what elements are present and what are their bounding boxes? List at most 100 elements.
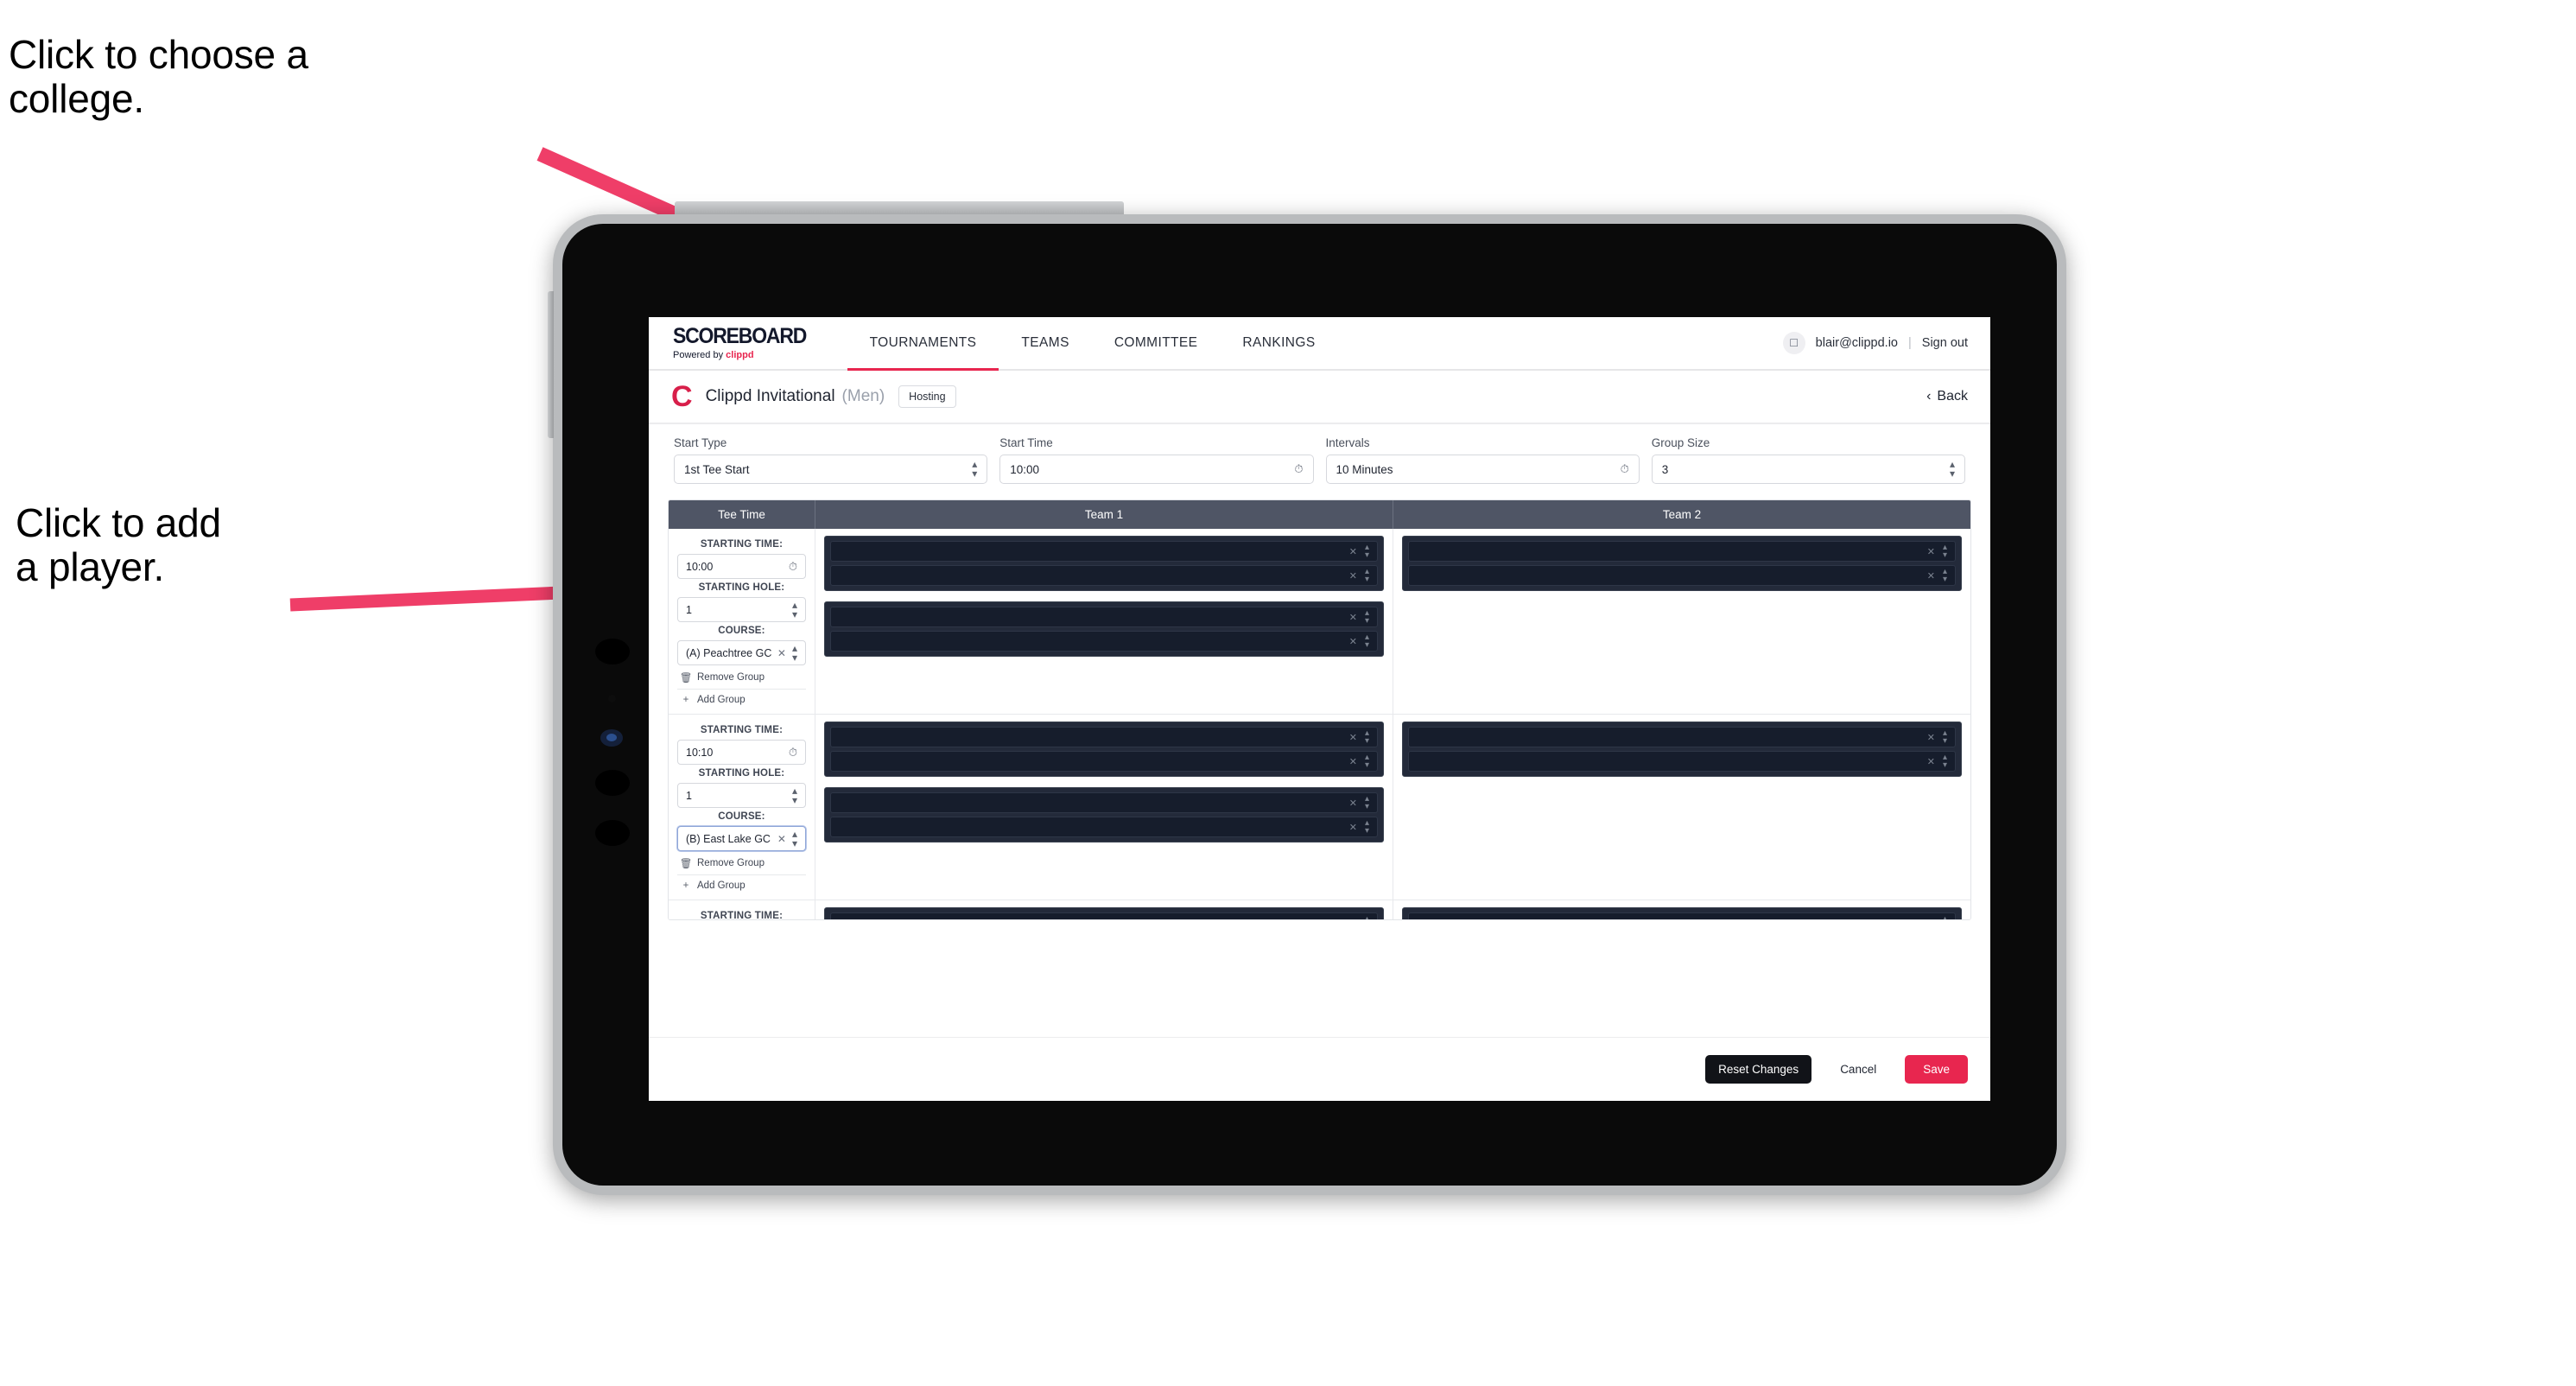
chevron-updown-icon: ▴ ▾ — [1949, 458, 1955, 480]
settings-filter-bar: Start Type 1st Tee Start ▴ ▾ Start Time 1… — [649, 424, 1990, 493]
sign-out-link[interactable]: Sign out — [1922, 336, 1968, 350]
device-side-button[interactable] — [548, 291, 554, 438]
clear-icon[interactable]: ✕ — [1349, 612, 1357, 623]
player-group-card[interactable]: ✕ ▴▾ ✕ ▴▾ — [1402, 536, 1962, 591]
chevron-updown-icon[interactable]: ▴▾ — [1365, 729, 1369, 746]
chevron-updown-icon[interactable]: ▴▾ — [792, 785, 797, 805]
select-start-type[interactable]: 1st Tee Start ▴ ▾ — [674, 455, 988, 484]
player-slot[interactable]: ✕ ▴▾ — [830, 751, 1378, 772]
field-start-time: Start Time 10:00 ⏱ — [993, 436, 1319, 484]
player-slot[interactable]: ✕ ▴▾ — [1408, 565, 1956, 586]
brand-logo[interactable]: SCOREBOARD Powered by clippd — [649, 324, 847, 361]
chevron-updown-icon[interactable]: ▴▾ — [1943, 753, 1947, 770]
tab-teams[interactable]: TEAMS — [999, 317, 1091, 369]
input-starting-hole[interactable]: 1 ▴ ▾ — [677, 783, 806, 808]
player-slot[interactable]: ✕ ▴▾ — [1408, 727, 1956, 747]
add-group-button[interactable]: + Add Group — [677, 874, 806, 891]
player-slot[interactable]: ✕ ▴▾ — [830, 817, 1378, 837]
chevron-updown-icon[interactable]: ▴▾ — [1365, 633, 1369, 650]
clear-icon[interactable]: ✕ — [1927, 918, 1935, 920]
clear-icon[interactable]: ✕ — [1349, 570, 1357, 582]
input-course[interactable]: (A) Peachtree GC ✕ ▴ ▾ — [677, 640, 806, 665]
input-starting-hole[interactable]: 1 ▴ ▾ — [677, 597, 806, 622]
player-group-card[interactable]: ✕ ▴▾ ✕ ▴▾ — [1402, 722, 1962, 777]
clear-icon[interactable]: ✕ — [777, 833, 786, 845]
column-header-team-2: Team 2 — [1662, 508, 1702, 521]
back-button[interactable]: ‹ Back — [1926, 389, 1968, 404]
plus-icon: + — [682, 881, 689, 891]
brand-name: SCOREBOARD — [673, 324, 807, 348]
chevron-updown-icon[interactable]: ▴▾ — [1943, 544, 1947, 560]
add-group-button[interactable]: + Add Group — [677, 689, 806, 705]
player-slot[interactable]: ✕ ▴▾ — [1408, 751, 1956, 772]
player-group-card[interactable]: ✕ ▴▾ ✕ ▴▾ — [824, 601, 1384, 657]
player-slot[interactable]: ✕ ▴▾ — [830, 541, 1378, 562]
remove-group-button[interactable]: 🗑 Remove Group — [677, 665, 806, 683]
clear-icon[interactable]: ✕ — [1349, 756, 1357, 767]
input-intervals[interactable]: 10 Minutes ⏱ — [1325, 455, 1640, 484]
chevron-updown-icon[interactable]: ▴▾ — [1365, 795, 1369, 811]
table-body[interactable]: STARTING TIME: 10:00 ⏱ STARTING HOLE: 1 ▴ ▾ COU… — [669, 529, 1970, 919]
clear-icon[interactable]: ✕ — [1927, 756, 1935, 767]
value-course: (A) Peachtree GC — [686, 646, 772, 659]
player-slot[interactable]: ✕ ▴▾ — [830, 792, 1378, 813]
clear-icon[interactable]: ✕ — [1927, 546, 1935, 557]
player-slot[interactable]: ✕ ▴▾ — [830, 912, 1378, 919]
chevron-updown-icon[interactable]: ▴▾ — [1943, 729, 1947, 746]
chevron-updown-icon[interactable]: ▴▾ — [1365, 819, 1369, 836]
chevron-updown-icon[interactable]: ▴▾ — [792, 643, 797, 663]
clear-icon[interactable]: ✕ — [1349, 636, 1357, 647]
player-group-card[interactable]: ✕ ▴▾ ✕ ▴▾ — [824, 722, 1384, 777]
input-starting-time[interactable]: 10:00 ⏱ — [677, 554, 806, 579]
add-group-label: Add Group — [697, 695, 746, 705]
clear-icon[interactable]: ✕ — [1349, 918, 1357, 920]
clear-icon[interactable]: ✕ — [1927, 570, 1935, 582]
player-group-card[interactable]: ✕ ▴▾✕ ▴▾ — [1402, 907, 1962, 919]
player-slot[interactable]: ✕ ▴▾ — [830, 607, 1378, 627]
clear-icon[interactable]: ✕ — [1927, 732, 1935, 743]
stepper-group-size[interactable]: 3 ▴ ▾ — [1651, 455, 1965, 484]
chevron-updown-icon[interactable]: ▴▾ — [1365, 568, 1369, 584]
player-group-card[interactable]: ✕ ▴▾ ✕ ▴▾ — [824, 787, 1384, 842]
clear-icon[interactable]: ✕ — [1349, 798, 1357, 809]
tab-committee[interactable]: COMMITTEE — [1092, 317, 1221, 369]
chevron-updown-icon[interactable]: ▴▾ — [792, 829, 797, 849]
user-icon[interactable]: ☐ — [1782, 332, 1805, 354]
device-camera-icon — [595, 639, 630, 664]
chevron-updown-icon[interactable]: ▴▾ — [1943, 568, 1947, 584]
input-starting-time[interactable]: 10:10 ⏱ — [677, 740, 806, 765]
device-speaker-icon — [595, 820, 630, 846]
chevron-updown-icon[interactable]: ▴▾ — [1365, 915, 1369, 920]
chevron-updown-icon[interactable]: ▴▾ — [1365, 544, 1369, 560]
back-label: Back — [1937, 389, 1968, 404]
chevron-updown-icon[interactable]: ▴▾ — [792, 600, 797, 620]
clear-icon[interactable]: ✕ — [777, 647, 786, 659]
player-group-card[interactable]: ✕ ▴▾ ✕ ▴▾ — [824, 536, 1384, 591]
player-slot[interactable]: ✕ ▴▾ — [1408, 912, 1956, 919]
reset-changes-button[interactable]: Reset Changes — [1705, 1055, 1812, 1084]
clear-icon[interactable]: ✕ — [1349, 822, 1357, 833]
nav-user-area: ☐ blair@clippd.io | Sign out — [1782, 332, 1990, 354]
chevron-updown-icon[interactable]: ▴▾ — [1943, 915, 1947, 920]
remove-group-button[interactable]: 🗑 Remove Group — [677, 851, 806, 869]
save-button[interactable]: Save — [1905, 1055, 1968, 1084]
tab-tournaments[interactable]: TOURNAMENTS — [847, 317, 999, 371]
player-slot[interactable]: ✕ ▴▾ — [830, 565, 1378, 586]
player-slot[interactable]: ✕ ▴▾ — [830, 727, 1378, 747]
tee-sheet-table: Tee Time Team 1 Team 2 STARTING TIME: 10:… — [668, 499, 1971, 920]
player-group-card[interactable]: ✕ ▴▾✕ ▴▾ — [824, 907, 1384, 919]
label-start-time: Start Time — [999, 436, 1053, 449]
cancel-button[interactable]: Cancel — [1827, 1055, 1889, 1084]
value-starting-time: 10:10 — [686, 746, 714, 759]
player-slot[interactable]: ✕ ▴▾ — [830, 631, 1378, 652]
chevron-updown-icon[interactable]: ▴▾ — [1365, 609, 1369, 626]
clear-icon[interactable]: ✕ — [1349, 732, 1357, 743]
clear-icon[interactable]: ✕ — [1349, 546, 1357, 557]
player-slot[interactable]: ✕ ▴▾ — [1408, 541, 1956, 562]
chevron-updown-icon[interactable]: ▴▾ — [1365, 753, 1369, 770]
trash-icon: 🗑 — [679, 673, 693, 683]
input-start-time[interactable]: 10:00 ⏱ — [999, 455, 1314, 484]
tab-rankings[interactable]: RANKINGS — [1220, 317, 1337, 369]
value-group-size: 3 — [1661, 462, 1669, 476]
input-course[interactable]: (B) East Lake GC ✕ ▴ ▾ — [677, 826, 806, 851]
